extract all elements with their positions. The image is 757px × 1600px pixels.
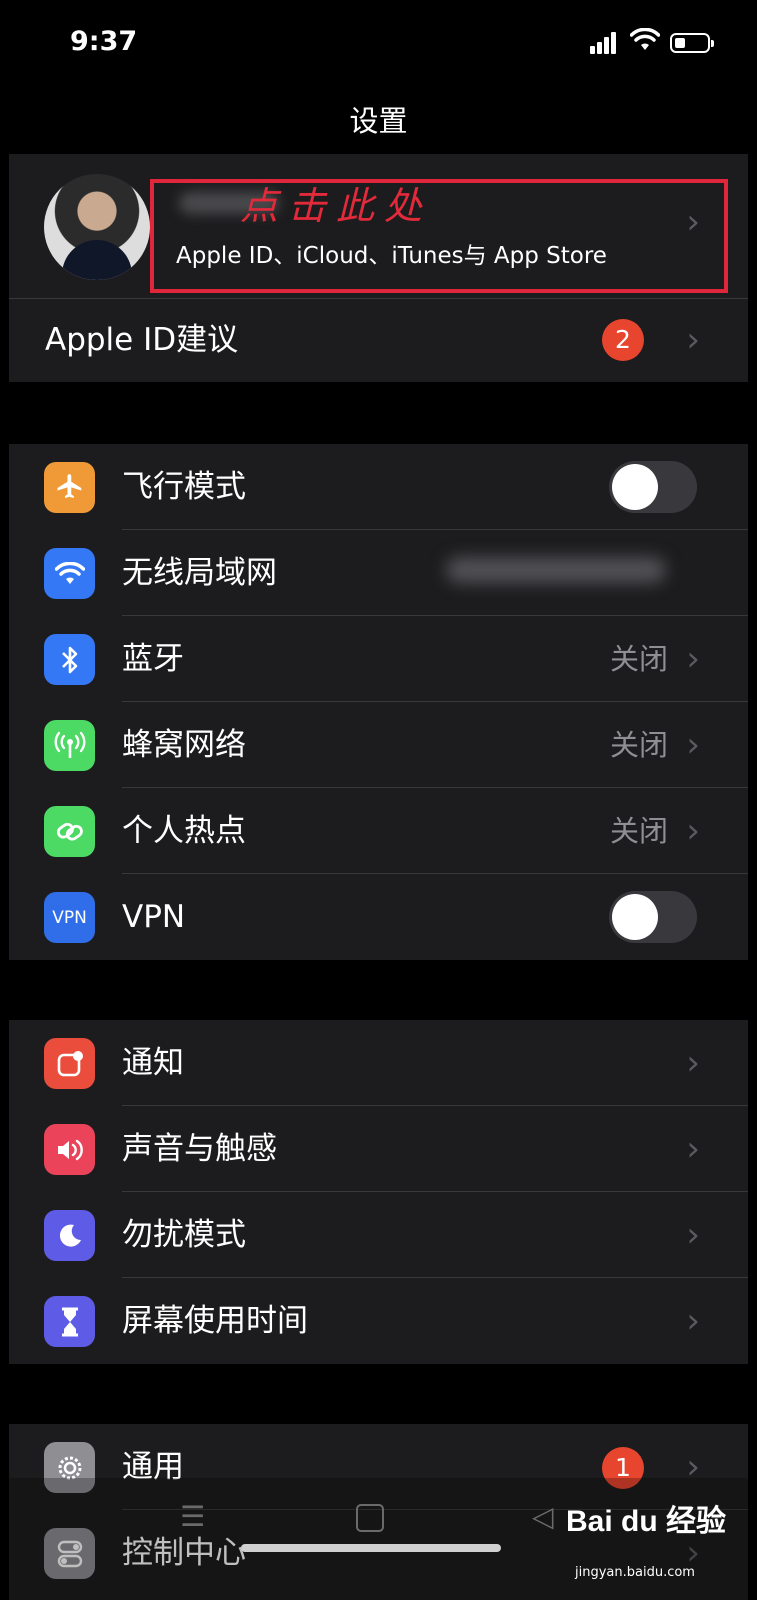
back-triangle-icon[interactable]: ◁	[532, 1500, 554, 1533]
notifications-icon	[44, 1038, 95, 1089]
annotation-box	[150, 179, 728, 293]
cellular-row[interactable]: 蜂窝网络 关闭 ›	[9, 702, 748, 788]
chevron-right-icon: ›	[686, 1043, 700, 1083]
cellular-signal-icon	[590, 32, 618, 54]
wifi-label: 无线局域网	[122, 555, 277, 591]
hourglass-icon	[44, 1296, 95, 1347]
airplane-mode-toggle[interactable]	[609, 461, 697, 513]
wifi-icon	[44, 548, 95, 599]
home-square-icon[interactable]	[356, 1504, 384, 1532]
watermark-url: jingyan.baidu.com	[575, 1565, 695, 1580]
sound-icon	[44, 1124, 95, 1175]
bluetooth-icon	[44, 634, 95, 685]
wifi-status-icon	[630, 28, 660, 50]
do-not-disturb-label: 勿扰模式	[122, 1217, 246, 1253]
vpn-row: VPN VPN	[9, 874, 748, 960]
annotation-text: 点击此处	[240, 184, 433, 228]
chevron-right-icon: ›	[686, 1215, 700, 1255]
cellular-value: 关闭	[609, 728, 668, 762]
cellular-icon	[44, 720, 95, 771]
screen-time-label: 屏幕使用时间	[122, 1303, 308, 1339]
connectivity-group: 飞行模式 无线局域网 蓝牙 关闭 › 蜂窝网络 关闭 › 个人热点 关闭 › V…	[9, 444, 748, 960]
hotspot-icon	[44, 806, 95, 857]
bluetooth-value: 关闭	[609, 642, 668, 676]
home-indicator[interactable]	[241, 1544, 501, 1552]
airplane-icon	[44, 462, 95, 513]
chevron-right-icon: ›	[686, 320, 700, 360]
vpn-label: VPN	[122, 899, 186, 935]
notifications-label: 通知	[122, 1045, 184, 1081]
sound-row[interactable]: 声音与触感 ›	[9, 1106, 748, 1192]
chevron-right-icon: ›	[686, 725, 700, 765]
chevron-right-icon: ›	[686, 811, 700, 851]
bluetooth-label: 蓝牙	[122, 641, 184, 677]
page-title: 设置	[349, 104, 408, 138]
notifications-row[interactable]: 通知 ›	[9, 1020, 748, 1106]
screen-time-row[interactable]: 屏幕使用时间 ›	[9, 1278, 748, 1364]
vpn-icon: VPN	[44, 892, 95, 943]
battery-icon	[670, 33, 714, 53]
moon-icon	[44, 1210, 95, 1261]
menu-icon[interactable]: ☰	[180, 1500, 205, 1533]
cellular-label: 蜂窝网络	[122, 727, 246, 763]
notifications-group: 通知 › 声音与触感 › 勿扰模式 › 屏幕使用时间 ›	[9, 1020, 748, 1364]
redacted-wifi-name	[446, 557, 666, 583]
avatar	[44, 174, 150, 280]
apple-id-suggestions-label: Apple ID建议	[45, 322, 239, 358]
airplane-mode-row: 飞行模式	[9, 444, 748, 530]
vpn-toggle[interactable]	[609, 891, 697, 943]
hotspot-row[interactable]: 个人热点 关闭 ›	[9, 788, 748, 874]
hotspot-label: 个人热点	[122, 813, 246, 849]
chevron-right-icon: ›	[686, 1129, 700, 1169]
hotspot-value: 关闭	[609, 814, 668, 848]
apple-id-suggestions-row[interactable]: Apple ID建议 2 ›	[9, 299, 748, 382]
status-time: 9:37	[70, 26, 138, 57]
watermark-brand: Bai du 经验	[566, 1505, 727, 1538]
bluetooth-row[interactable]: 蓝牙 关闭 ›	[9, 616, 748, 702]
chevron-right-icon: ›	[686, 639, 700, 679]
status-bar: 9:37	[0, 0, 757, 90]
chevron-right-icon: ›	[686, 1301, 700, 1341]
suggestions-badge: 2	[602, 319, 644, 361]
do-not-disturb-row[interactable]: 勿扰模式 ›	[9, 1192, 748, 1278]
airplane-mode-label: 飞行模式	[122, 469, 246, 505]
sound-label: 声音与触感	[122, 1131, 277, 1167]
